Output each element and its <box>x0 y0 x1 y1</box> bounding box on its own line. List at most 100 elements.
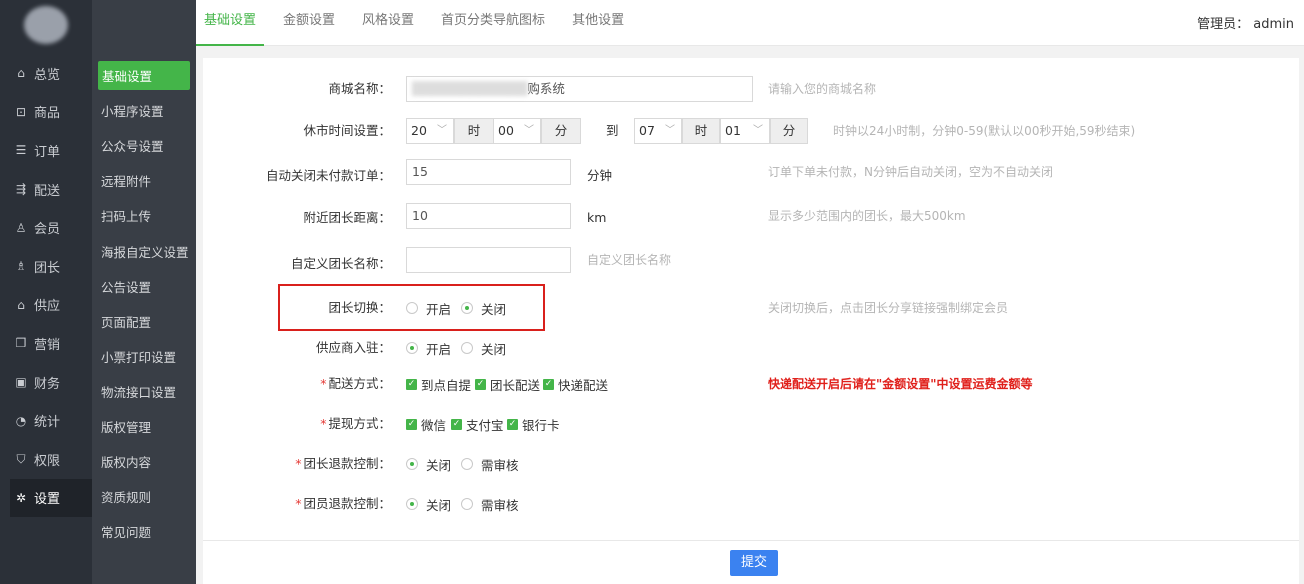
tab-2[interactable]: 风格设置 <box>354 0 422 46</box>
nav-item-0[interactable]: ⌂ 总览 <box>0 54 92 93</box>
supplier-join-label: 供应商入驻： <box>315 340 391 355</box>
nav-item-9[interactable]: ◔ 统计 <box>0 401 92 440</box>
subnav-item-8[interactable]: 小票打印设置 <box>92 339 196 374</box>
tab-1[interactable]: 金额设置 <box>275 0 343 46</box>
withdraw-alipay-checkbox[interactable]: ✓ 支付宝 <box>451 411 504 437</box>
delivery-icon: ⇶ <box>15 182 27 197</box>
withdraw-method-label: * 提现方式： <box>320 416 391 431</box>
chevron-down-icon: ﹀ <box>753 125 763 136</box>
nav-item-8[interactable]: ▣ 财务 <box>0 363 92 402</box>
delivery-express-checkbox[interactable]: ✓ 快递配送 <box>543 371 608 397</box>
checkbox-checked-icon: ✓ <box>543 378 554 390</box>
subnav-item-11[interactable]: 版权内容 <box>92 444 196 479</box>
supplier-join-off-radio[interactable]: 关闭 <box>461 335 506 361</box>
primary-nav: ⌂ 总览 ⊡ 商品 ☰ 订单 ⇶ 配送 ♙ 会员 ♗ 团长 ⌂ 供应 ❒ 营销 ▣ 财务 ◔ 统计 ⛉ 权限 ✲ 设置 <box>0 54 92 518</box>
leader-switch-off-radio[interactable]: 关闭 <box>461 295 506 321</box>
auto-close-label: 自动关闭未付款订单： <box>265 168 391 183</box>
delivery-pickup-checkbox[interactable]: ✓ 到点自提 <box>406 371 471 397</box>
shop-name-value: 购系统 <box>527 81 565 96</box>
tab-3[interactable]: 首页分类导航图标 <box>433 0 553 46</box>
start-min-select[interactable]: 00 ﹀ <box>493 118 541 144</box>
avatar[interactable] <box>24 6 68 44</box>
radio-off-icon <box>461 458 473 470</box>
subnav-item-4[interactable]: 扫码上传 <box>92 198 196 233</box>
tab-4[interactable]: 其他设置 <box>564 0 632 46</box>
member-refund-row: * 团员退款控制： 关闭 需审核 <box>203 491 1299 521</box>
home-icon: ⌂ <box>17 66 25 81</box>
admin-label: 管理员： admin <box>1197 17 1294 32</box>
nav-item-7[interactable]: ❒ 营销 <box>0 324 92 363</box>
leader-switch-on-radio[interactable]: 开启 <box>406 295 451 321</box>
leader-refund-off-radio[interactable]: 关闭 <box>406 451 451 477</box>
secondary-nav: 基础设置 小程序设置 公众号设置 远程附件扫码上传海报自定义设置 公告设置 页面配置 小票打… <box>92 58 196 549</box>
leader-switch-row: 团长切换： 开启 关闭 关闭切换后，点击团长分享链接强制绑定会员 <box>203 295 1299 325</box>
radio-on-icon <box>406 498 418 510</box>
start-hour-select[interactable]: 20 ﹀ <box>406 118 454 144</box>
radio-off-icon <box>461 342 473 354</box>
checkbox-checked-icon: ✓ <box>507 418 518 430</box>
nav-item-label: 设置 <box>34 492 61 508</box>
nav-item-11[interactable]: ✲ 设置 <box>10 478 92 518</box>
radio-on-icon <box>461 302 473 314</box>
end-hour-select[interactable]: 07 ﹀ <box>634 118 682 144</box>
chevron-down-icon: ﹀ <box>437 125 447 136</box>
nav-item-2[interactable]: ☰ 订单 <box>0 131 92 170</box>
supply-icon: ⌂ <box>17 297 25 312</box>
nav-item-label: 营销 <box>34 337 61 353</box>
nearby-distance-input[interactable]: 10 <box>406 203 571 229</box>
subnav-item-6[interactable]: 公告设置 <box>92 269 196 304</box>
leader-name-row: 自定义团长名称： 自定义团长名称 <box>203 247 1299 277</box>
subnav-item-9[interactable]: 物流接口设置 <box>92 374 196 409</box>
nav-item-label: 会员 <box>34 222 61 238</box>
subnav-item-2[interactable]: 公众号设置 <box>92 128 196 163</box>
subnav-item-7[interactable]: 页面配置 <box>92 304 196 339</box>
subnav-item-label: 版权内容 <box>101 455 152 471</box>
nav-item-3[interactable]: ⇶ 配送 <box>0 170 92 209</box>
checkbox-checked-icon: ✓ <box>406 378 417 390</box>
radio-off-icon <box>461 498 473 510</box>
supplier-join-row: 供应商入驻： 开启 关闭 <box>203 335 1299 365</box>
checkbox-checked-icon: ✓ <box>451 418 462 430</box>
withdraw-wechat-checkbox[interactable]: ✓ 微信 <box>406 411 446 437</box>
subnav-item-13[interactable]: 常见问题 <box>92 514 196 549</box>
member-refund-review-radio[interactable]: 需审核 <box>461 491 519 517</box>
tab-0[interactable]: 基础设置 <box>196 0 265 46</box>
leader-name-hint: 自定义团长名称 <box>587 253 672 267</box>
subnav-item-0[interactable]: 基础设置 <box>92 58 196 93</box>
nearby-distance-label: 附近团长距离： <box>303 210 391 225</box>
team-icon: ♗ <box>15 259 27 274</box>
leader-name-input[interactable] <box>406 247 571 273</box>
subnav-item-label: 物流接口设置 <box>101 384 177 400</box>
leader-switch-hint: 关闭切换后，点击团长分享链接强制绑定会员 <box>768 301 1009 315</box>
nav-item-1[interactable]: ⊡ 商品 <box>0 93 92 132</box>
nav-item-label: 订单 <box>34 144 61 160</box>
finance-icon: ▣ <box>15 375 27 390</box>
auto-close-unit: 分钟 <box>587 168 613 183</box>
subnav-item-12[interactable]: 资质规则 <box>92 479 196 514</box>
subnav-item-1[interactable]: 小程序设置 <box>92 93 196 128</box>
nav-item-5[interactable]: ♗ 团长 <box>0 247 92 286</box>
supplier-join-on-radio[interactable]: 开启 <box>406 335 451 361</box>
order-icon: ☰ <box>15 143 27 158</box>
subnav-item-10[interactable]: 版权管理 <box>92 409 196 444</box>
nav-item-4[interactable]: ♙ 会员 <box>0 208 92 247</box>
end-min-select[interactable]: 01 ﹀ <box>720 118 770 144</box>
shop-name-input[interactable]: ████████████购系统 <box>406 76 753 102</box>
subnav-item-label: 基础设置 <box>98 61 190 91</box>
subnav-item-5[interactable]: 海报自定义设置 <box>92 233 196 268</box>
withdraw-bank-checkbox[interactable]: ✓ 银行卡 <box>507 411 560 437</box>
shop-name-label: 商城名称： <box>328 81 391 96</box>
member-refund-off-radio[interactable]: 关闭 <box>406 491 451 517</box>
auto-close-input[interactable]: 15 <box>406 159 571 185</box>
submit-button[interactable]: 提交 <box>730 550 778 576</box>
nav-item-6[interactable]: ⌂ 供应 <box>0 286 92 325</box>
secondary-sidebar: 基础设置 小程序设置 公众号设置 远程附件扫码上传海报自定义设置 公告设置 页面配置 小票打… <box>92 0 196 584</box>
subnav-item-3[interactable]: 远程附件 <box>92 163 196 198</box>
nav-item-10[interactable]: ⛉ 权限 <box>0 440 92 479</box>
radio-on-icon <box>406 342 418 354</box>
subnav-item-label: 扫码上传 <box>101 209 152 225</box>
leader-refund-review-radio[interactable]: 需审核 <box>461 451 519 477</box>
nav-item-label: 团长 <box>34 260 61 276</box>
delivery-leader-checkbox[interactable]: ✓ 团长配送 <box>475 371 540 397</box>
checkbox-checked-icon: ✓ <box>406 418 417 430</box>
